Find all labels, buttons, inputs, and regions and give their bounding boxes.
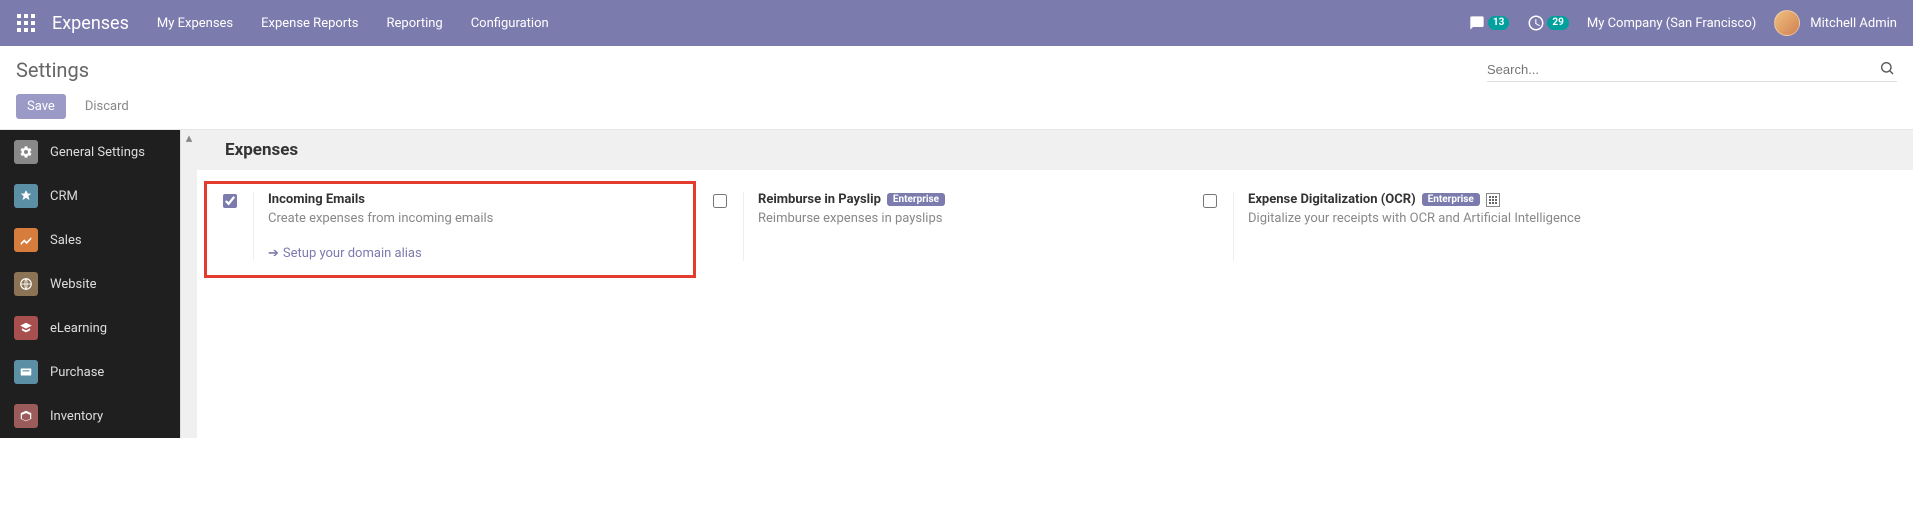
search-box[interactable] [1487, 58, 1897, 82]
sidebar-item-label: Purchase [50, 365, 104, 380]
expense-ocr-checkbox[interactable] [1203, 194, 1217, 208]
sidebar-item-label: CRM [50, 189, 78, 204]
sidebar-item-website[interactable]: Website [0, 262, 180, 306]
setting-incoming-emails: Incoming Emails Create expenses from inc… [205, 182, 695, 277]
setting-expense-ocr: Expense Digitalization (OCR) Enterprise … [1185, 182, 1675, 277]
apps-icon[interactable] [16, 13, 36, 33]
app-brand[interactable]: Expenses [52, 13, 129, 34]
nav-expense-reports[interactable]: Expense Reports [261, 16, 358, 31]
setting-title: Reimburse in Payslip [758, 192, 881, 207]
sidebar-item-inventory[interactable]: Inventory [0, 394, 180, 438]
scroll-up-icon[interactable]: ▴ [181, 130, 197, 147]
sidebar-item-elearning[interactable]: eLearning [0, 306, 180, 350]
user-name: Mitchell Admin [1810, 16, 1897, 31]
avatar [1774, 10, 1800, 36]
control-panel: Settings Save Discard [0, 46, 1913, 130]
sidebar-item-label: General Settings [50, 145, 145, 160]
settings-sidebar: General Settings CRM Sales Website eLear… [0, 130, 180, 438]
nav-my-expenses[interactable]: My Expenses [157, 16, 233, 31]
setting-action-label: Setup your domain alias [283, 246, 422, 261]
setting-title: Expense Digitalization (OCR) [1248, 192, 1416, 207]
setting-reimburse-payslip: Reimburse in Payslip Enterprise Reimburs… [695, 182, 1185, 277]
sidebar-item-sales[interactable]: Sales [0, 218, 180, 262]
nav-configuration[interactable]: Configuration [471, 16, 549, 31]
enterprise-badge: Enterprise [1422, 193, 1480, 206]
page-title: Settings [16, 58, 89, 82]
activities-badge: 29 [1547, 16, 1568, 30]
sidebar-item-label: Sales [50, 233, 82, 248]
activities-button[interactable]: 29 [1527, 14, 1568, 32]
messages-badge: 13 [1488, 16, 1509, 30]
sidebar-item-label: eLearning [50, 321, 107, 336]
sidebar-scrollbar[interactable]: ▴ [180, 130, 197, 438]
save-button[interactable]: Save [16, 94, 66, 119]
sidebar-item-general-settings[interactable]: General Settings [0, 130, 180, 174]
arrow-right-icon: ➔ [268, 246, 279, 261]
nav-reporting[interactable]: Reporting [386, 16, 442, 31]
setup-domain-alias-link[interactable]: ➔ Setup your domain alias [268, 246, 683, 261]
setting-desc: Digitalize your receipts with OCR and Ar… [1248, 211, 1663, 226]
graduation-icon [14, 316, 38, 340]
handshake-icon [14, 184, 38, 208]
messages-button[interactable]: 13 [1468, 15, 1509, 31]
search-input[interactable] [1487, 58, 1877, 81]
chart-icon [14, 228, 38, 252]
main-area: General Settings CRM Sales Website eLear… [0, 130, 1913, 438]
user-menu[interactable]: Mitchell Admin [1774, 10, 1897, 36]
incoming-emails-checkbox[interactable] [223, 194, 237, 208]
discard-button[interactable]: Discard [74, 94, 140, 119]
setting-title: Incoming Emails [268, 192, 683, 207]
gear-icon [14, 140, 38, 164]
setting-desc: Reimburse expenses in payslips [758, 211, 1173, 226]
topnav: Expenses My Expenses Expense Reports Rep… [0, 0, 1913, 46]
iap-icon [1486, 193, 1500, 207]
search-icon[interactable] [1877, 58, 1897, 81]
box-icon [14, 404, 38, 428]
sidebar-item-purchase[interactable]: Purchase [0, 350, 180, 394]
sidebar-item-label: Website [50, 277, 97, 292]
section-header: Expenses [197, 130, 1913, 170]
sidebar-item-label: Inventory [50, 409, 103, 424]
sidebar-item-crm[interactable]: CRM [0, 174, 180, 218]
globe-icon [14, 272, 38, 296]
reimburse-payslip-checkbox[interactable] [713, 194, 727, 208]
settings-content: Expenses Incoming Emails Create expenses… [197, 130, 1913, 438]
setting-desc: Create expenses from incoming emails [268, 211, 683, 226]
cart-icon [14, 360, 38, 384]
enterprise-badge: Enterprise [887, 193, 945, 206]
company-switcher[interactable]: My Company (San Francisco) [1587, 16, 1756, 31]
